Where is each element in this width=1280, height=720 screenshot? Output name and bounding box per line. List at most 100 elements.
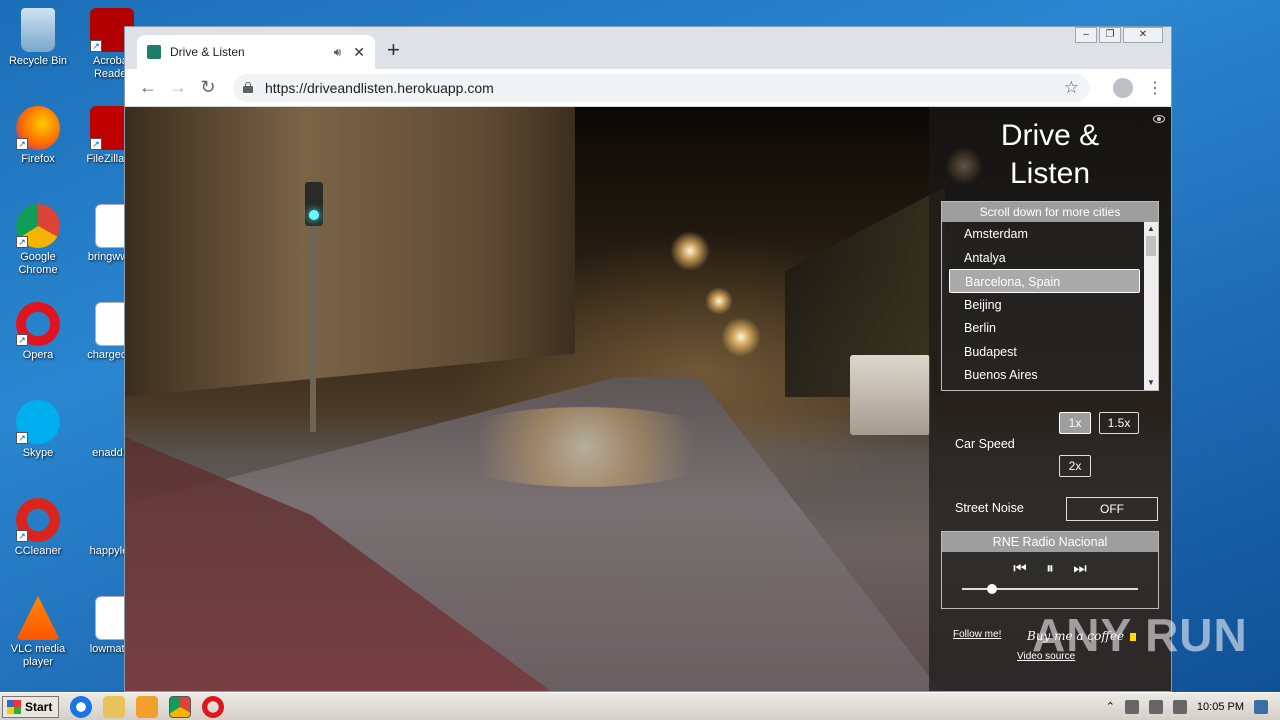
speed-1x-button[interactable]: 1x — [1059, 412, 1091, 434]
video-truck — [850, 355, 930, 435]
previous-station-icon[interactable]: ⏮ — [1013, 560, 1027, 577]
app-title-line2: Listen — [1009, 157, 1091, 190]
city-item[interactable]: Buenos Aires — [942, 363, 1144, 387]
back-arrow-icon[interactable]: ← — [133, 77, 163, 98]
desktop-icon-chrome[interactable]: ↗ Google Chrome — [0, 204, 76, 277]
app-title: Drive & Listen — [929, 117, 1171, 193]
explorer-taskbar-icon[interactable] — [103, 695, 126, 718]
street-noise-label: Street Noise — [955, 501, 1024, 515]
app-title-line1: Drive & — [1000, 119, 1100, 152]
video-street-light — [721, 317, 761, 357]
ccleaner-icon: ↗ — [16, 498, 60, 542]
desktop-icon-vlc[interactable]: VLC media player — [0, 596, 76, 669]
radio-station-name[interactable]: RNE Radio Nacional — [942, 532, 1158, 552]
forward-arrow-icon[interactable]: → — [163, 77, 193, 98]
windows-logo-icon — [7, 699, 21, 714]
desktop-icon-label: VLC media player — [10, 643, 66, 668]
clock[interactable]: 10:05 PM — [1197, 701, 1244, 713]
speaker-icon[interactable]: 🔊︎ — [334, 45, 342, 60]
chrome-icon: ↗ — [16, 204, 60, 248]
bookmark-star-icon[interactable]: ☆ — [1064, 78, 1079, 98]
pause-icon[interactable]: ⏸ — [1043, 560, 1057, 577]
profile-avatar[interactable] — [1113, 77, 1133, 98]
tray-expand-icon[interactable]: ⌃ — [1106, 700, 1115, 713]
city-item[interactable]: Antalya — [942, 246, 1144, 270]
speed-1-5x-button[interactable]: 1.5x — [1099, 412, 1139, 434]
browser-window: Drive & Listen 🔊︎ ✕ + ‒ ❐ ✕ ← → ↻ https:… — [124, 26, 1172, 692]
show-desktop-icon[interactable] — [1254, 699, 1268, 714]
close-window-button[interactable]: ✕ — [1123, 27, 1163, 43]
chrome-taskbar-icon[interactable] — [169, 695, 192, 718]
city-list-scrollbar[interactable]: ▲ ▼ — [1144, 222, 1158, 390]
city-item[interactable]: Budapest — [942, 340, 1144, 364]
control-panel: Drive & Listen Scroll down for more citi… — [929, 107, 1171, 691]
tab-title: Drive & Listen — [170, 45, 245, 59]
scroll-up-icon[interactable]: ▲ — [1144, 222, 1158, 236]
network-tray-icon[interactable] — [1148, 699, 1163, 714]
anyrun-watermark: ANY RUN — [1032, 609, 1248, 661]
ie-taskbar-icon[interactable] — [70, 695, 93, 718]
street-noise-toggle[interactable]: OFF — [1066, 497, 1158, 521]
video-traffic-light — [305, 182, 323, 226]
desktop-icon-label: Google Chrome — [18, 251, 58, 276]
scroll-thumb[interactable] — [1146, 236, 1156, 256]
favicon-icon — [147, 45, 161, 59]
city-list[interactable]: Amsterdam Antalya Barcelona, Spain Beiji… — [942, 222, 1144, 387]
menu-kebab-icon[interactable]: ⋮ — [1147, 78, 1163, 98]
start-label: Start — [25, 699, 53, 714]
window-controls: ‒ ❐ ✕ — [1075, 27, 1163, 43]
start-button[interactable]: Start — [2, 695, 60, 718]
desktop-icon-opera[interactable]: ↗ Opera — [0, 302, 76, 362]
page-content: Drive & Listen Scroll down for more citi… — [125, 107, 1171, 691]
recycle-bin-icon — [21, 8, 55, 52]
system-tray: ⌃ 10:05 PM — [1106, 699, 1280, 714]
opera-icon: ↗ — [16, 302, 60, 346]
opera-taskbar-icon[interactable] — [202, 695, 225, 718]
minimize-button[interactable]: ‒ — [1075, 27, 1097, 43]
tab-bar: Drive & Listen 🔊︎ ✕ + ‒ ❐ ✕ — [125, 27, 1171, 69]
new-tab-button[interactable]: + — [387, 39, 400, 61]
url-text[interactable]: https://driveandlisten.herokuapp.com — [265, 80, 1064, 96]
desktop-icon-label: Skype — [22, 447, 54, 459]
city-item[interactable]: Amsterdam — [942, 222, 1144, 246]
address-bar[interactable]: https://driveandlisten.herokuapp.com ☆ — [233, 73, 1089, 102]
desktop-icon-label: Firefox — [21, 153, 55, 165]
speed-2x-button[interactable]: 2x — [1059, 455, 1091, 477]
desktop-icon-label: Recycle Bin — [8, 55, 68, 67]
vlc-icon — [16, 596, 60, 640]
follow-me-link[interactable]: Follow me! — [953, 629, 1001, 640]
video-building — [125, 107, 575, 397]
taskbar: Start ⌃ 10:05 PM — [0, 692, 1280, 720]
media-player-taskbar-icon[interactable] — [136, 695, 159, 718]
reload-icon[interactable]: ↻ — [193, 77, 223, 98]
city-list-header: Scroll down for more cities — [942, 202, 1158, 222]
desktop-icon-ccleaner[interactable]: ↗ CCleaner — [0, 498, 76, 558]
video-street-light — [435, 407, 735, 487]
maximize-button[interactable]: ❐ — [1099, 27, 1121, 43]
browser-tab[interactable]: Drive & Listen 🔊︎ ✕ — [137, 35, 375, 69]
city-item[interactable]: Berlin — [942, 316, 1144, 340]
radio-controls: ⏮ ⏸ ⏭ — [942, 560, 1158, 577]
next-station-icon[interactable]: ⏭ — [1073, 560, 1087, 577]
close-tab-icon[interactable]: ✕ — [353, 44, 365, 61]
volume-tray-icon[interactable] — [1124, 699, 1139, 714]
video-street-light — [705, 287, 733, 315]
car-speed-label: Car Speed — [955, 437, 1015, 451]
city-item[interactable]: Beijing — [942, 293, 1144, 317]
desktop-icon-recycle-bin[interactable]: Recycle Bin — [0, 8, 76, 68]
desktop-icon-skype[interactable]: ↗ Skype — [0, 400, 76, 460]
city-item-selected[interactable]: Barcelona, Spain — [949, 269, 1140, 293]
volume-slider[interactable] — [962, 584, 1138, 594]
radio-player: RNE Radio Nacional ⏮ ⏸ ⏭ — [941, 531, 1159, 609]
browser-toolbar: ← → ↻ https://driveandlisten.herokuapp.c… — [125, 69, 1171, 107]
skype-icon: ↗ — [16, 400, 60, 444]
flag-tray-icon[interactable] — [1172, 699, 1187, 714]
city-selector[interactable]: Scroll down for more cities Amsterdam An… — [941, 201, 1159, 391]
desktop-icon-label: CCleaner — [14, 545, 62, 557]
scroll-down-icon[interactable]: ▼ — [1144, 376, 1158, 390]
volume-slider-knob[interactable] — [986, 584, 997, 594]
video-street-light — [670, 231, 710, 271]
firefox-icon: ↗ — [16, 106, 60, 150]
desktop-icon-firefox[interactable]: ↗ Firefox — [0, 106, 76, 166]
lock-icon[interactable] — [243, 82, 253, 93]
